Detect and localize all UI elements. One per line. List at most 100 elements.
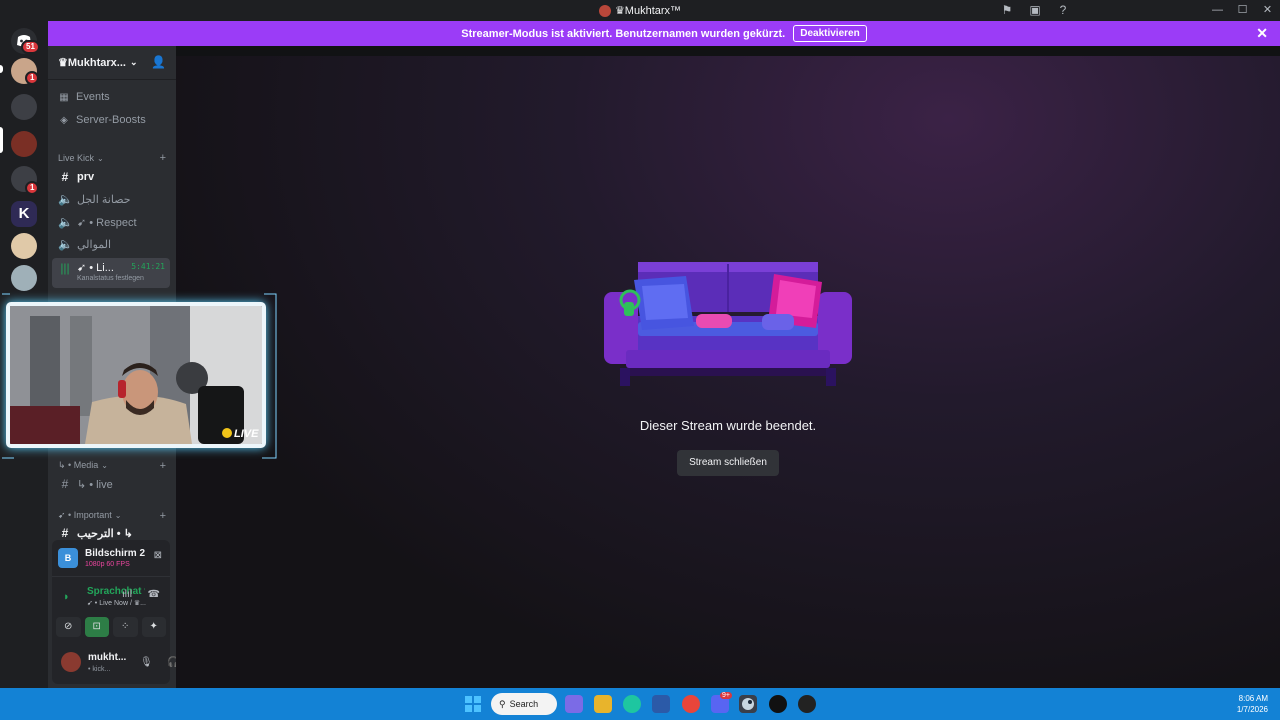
server-header[interactable]: ♛Mukhtarx... ⌄ 👤	[48, 46, 176, 80]
clock-date: 1/7/2026	[1236, 705, 1268, 714]
unread-pill	[0, 65, 3, 73]
hashtag-icon: #	[61, 170, 69, 184]
system-clock[interactable]: 8:06 AM 1/7/2026	[1237, 693, 1268, 715]
window-title: ♛Mukhtarx™	[614, 5, 682, 17]
maximize-button[interactable]: ☐	[1230, 0, 1255, 21]
streamer-mode-banner: Streamer-Modus ist aktiviert. Benutzerna…	[48, 21, 1280, 46]
inbox-flag-icon[interactable]: ⚑	[1000, 3, 1014, 17]
webcam-feed-image	[10, 306, 262, 444]
add-channel-icon[interactable]: +	[160, 460, 166, 472]
category-live-kick[interactable]: Live Kick ⌄ +	[58, 152, 170, 164]
channel-prv[interactable]: # prv	[52, 167, 170, 187]
stop-stream-icon[interactable]: ⊠	[154, 550, 162, 561]
server-name: ♛Mukhtarx...	[58, 57, 126, 69]
server-icon-mukhtarx[interactable]	[11, 131, 37, 157]
copilot-icon[interactable]	[565, 695, 583, 713]
category-important[interactable]: ➹ • Important ⌄ +	[58, 510, 170, 522]
webcam-overlay[interactable]	[6, 302, 266, 448]
voice-channel-3[interactable]: 🔈 الموالي	[52, 234, 170, 254]
channel-status-label[interactable]: Kanalstatus festlegen	[77, 275, 144, 282]
banner-text: Streamer-Modus ist aktiviert. Benutzerna…	[461, 27, 786, 40]
epic-games-icon[interactable]	[769, 695, 787, 713]
title-bar: ♛Mukhtarx™ ⚑ ▣ ? — ☐ ✕	[0, 0, 1280, 21]
screen-share-title: Bildschirm 2	[85, 548, 146, 559]
file-explorer-icon[interactable]	[594, 695, 612, 713]
kick-server-icon[interactable]: K	[11, 201, 37, 227]
server-folder-icon[interactable]	[11, 94, 37, 120]
category-label: ↳ • Media	[58, 460, 99, 470]
user-status: • kick...	[88, 666, 111, 673]
nav-events-label: Events	[76, 91, 110, 103]
voice-activity-icon: |||	[60, 261, 70, 275]
chrome-icon[interactable]	[682, 695, 700, 713]
inbox-icon[interactable]: ▣	[1028, 3, 1042, 17]
screen-share-quality: 1080p 60 FPS	[85, 561, 130, 568]
calendar-icon: ▦	[59, 91, 69, 103]
hashtag-icon: #	[61, 477, 69, 491]
noise-suppression-icon[interactable]: ılıl	[122, 589, 132, 600]
chevron-down-icon: ⌄	[97, 153, 104, 163]
channel-label: ➹ • Li...	[77, 262, 114, 274]
invite-people-icon[interactable]: 👤	[151, 55, 166, 69]
speaker-icon: 🔈	[58, 192, 73, 206]
channel-label: الموالي	[77, 238, 112, 251]
category-label: ➹ • Important	[58, 510, 112, 520]
screen-share-button[interactable]: ⊡	[84, 617, 109, 637]
add-channel-icon[interactable]: +	[160, 152, 166, 164]
channel-label: ↳ • live	[77, 478, 113, 491]
edge-icon[interactable]	[623, 695, 641, 713]
stream-view: Dieser Stream wurde beendet. Stream schl…	[176, 56, 1280, 688]
couch-illustration	[604, 262, 852, 386]
help-icon[interactable]: ?	[1056, 3, 1070, 17]
channel-label: prv	[77, 171, 95, 183]
dm-badge: 51	[21, 40, 40, 54]
discord-badge: 9+	[720, 692, 732, 699]
soundboard-button[interactable]: ✦	[141, 617, 166, 637]
clock-time: 8:06 AM	[1238, 694, 1268, 703]
headphones-icon[interactable]: 🎧	[167, 657, 176, 668]
close-stream-button[interactable]: Stream schließen	[677, 450, 779, 476]
channel-label: الترحيب • ↳	[77, 527, 133, 540]
app-icon-2[interactable]	[798, 695, 816, 713]
steam-icon[interactable]	[739, 695, 757, 713]
signal-icon[interactable]: ◗	[63, 591, 70, 603]
server-icon-4[interactable]	[11, 265, 37, 291]
channel-label: حصانة الجل	[77, 193, 131, 206]
voice-channel-1[interactable]: 🔈 حصانة الجل	[52, 189, 170, 209]
add-channel-icon[interactable]: +	[160, 510, 166, 522]
app-icon[interactable]	[652, 695, 670, 713]
channel-media-live[interactable]: # ↳ • live	[52, 474, 170, 494]
minimize-button[interactable]: —	[1205, 0, 1230, 21]
speaker-icon: 🔈	[58, 215, 73, 229]
activities-button[interactable]: ⁘	[113, 617, 138, 637]
voice-status-title[interactable]: Sprachchat verbunden	[87, 586, 145, 597]
nav-boost-label: Server-Boosts	[76, 114, 146, 126]
close-window-button[interactable]: ✕	[1255, 0, 1280, 21]
windows-start-icon[interactable]	[465, 696, 481, 712]
voice-channel-live-active[interactable]: ||| ➹ • Li... 5:41:21 Kanalstatus festle…	[52, 258, 170, 288]
microphone-icon[interactable]: 🎙	[140, 657, 153, 668]
camera-off-button[interactable]: ⊘	[56, 617, 81, 637]
screen-share-icon: B	[58, 548, 78, 568]
user-panel: mukht... • kick... 🎙 🎧 ⚙	[52, 642, 176, 684]
disconnect-icon[interactable]: ☎	[148, 589, 160, 600]
category-media[interactable]: ↳ • Media ⌄ +	[58, 460, 170, 472]
channel-label: ➹ • Respect	[77, 216, 137, 229]
server-badge-2: 1	[25, 181, 40, 195]
nav-events[interactable]: ▦ Events	[58, 88, 110, 106]
channel-timer: 5:41:21	[131, 262, 165, 271]
chevron-down-icon: ⌄	[129, 57, 138, 67]
taskbar-search[interactable]: ⚲ Search	[491, 693, 557, 715]
username[interactable]: mukht...	[88, 652, 126, 663]
voice-channel-path[interactable]: ➹ • Live Now / ♛...	[87, 599, 146, 607]
voice-channel-respect[interactable]: 🔈 ➹ • Respect	[52, 212, 170, 232]
avatar[interactable]	[61, 652, 81, 672]
chevron-down-icon: ⌄	[101, 461, 108, 470]
banner-close-icon[interactable]: ✕	[1256, 25, 1268, 42]
voice-connection-panel: ◗ Sprachchat verbunden ➹ • Live Now / ♛.…	[52, 576, 170, 642]
screen-share-panel: B Bildschirm 2 1080p 60 FPS ⊠	[52, 540, 170, 576]
server-icon-3[interactable]	[11, 233, 37, 259]
nav-server-boosts[interactable]: ◈ Server-Boosts	[58, 111, 146, 129]
deactivate-button[interactable]: Deaktivieren	[793, 25, 867, 42]
category-label: Live Kick	[58, 153, 95, 163]
